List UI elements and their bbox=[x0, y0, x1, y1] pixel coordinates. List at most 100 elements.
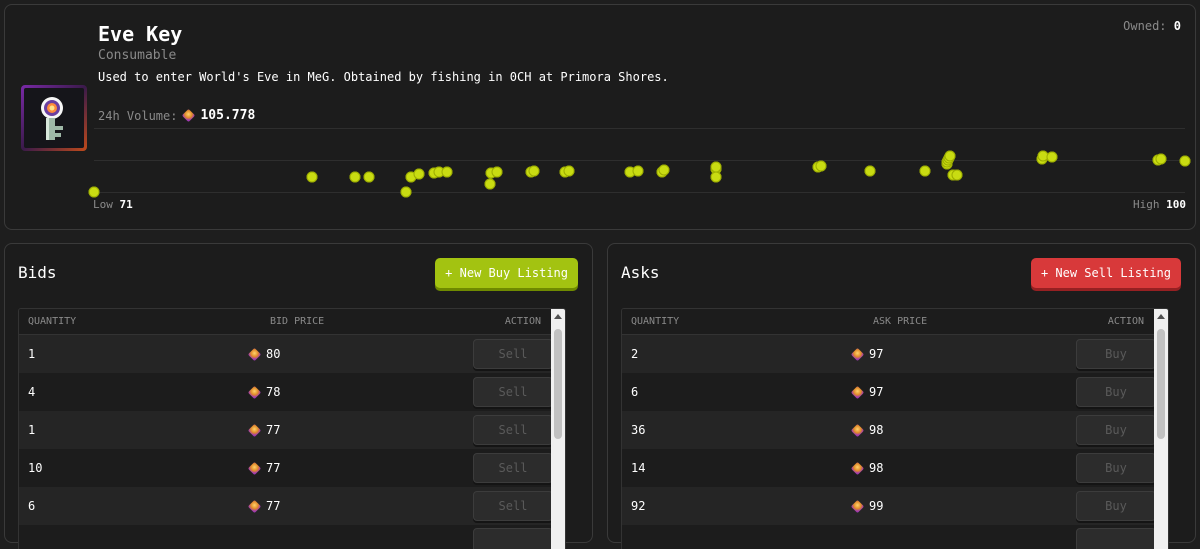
price-value: 97 bbox=[869, 385, 883, 399]
item-panel: Eve Key Consumable Used to enter World's… bbox=[4, 4, 1196, 230]
asks-scrollbar[interactable] bbox=[1154, 309, 1168, 549]
price-value: 99 bbox=[869, 499, 883, 513]
table-row: 1 77 Sell bbox=[19, 411, 565, 449]
bids-scrollbar[interactable] bbox=[551, 309, 565, 549]
row-quantity: 14 bbox=[622, 461, 852, 475]
price-value: 77 bbox=[266, 499, 280, 513]
sell-button[interactable]: Sell bbox=[473, 415, 553, 445]
table-row: 9299Buy bbox=[622, 487, 1168, 525]
row-quantity: 1 bbox=[19, 423, 249, 437]
chart-point bbox=[1046, 152, 1057, 163]
table-row: 14 98 Buy bbox=[622, 449, 1168, 487]
sell-button[interactable] bbox=[473, 528, 553, 549]
row-action: Buy bbox=[1048, 339, 1168, 369]
chart-point bbox=[414, 168, 425, 179]
sell-button[interactable]: Sell bbox=[473, 377, 553, 407]
scroll-up-icon[interactable] bbox=[554, 314, 562, 319]
row-bid-price: 78 bbox=[249, 385, 445, 399]
chart-point bbox=[633, 166, 644, 177]
table-row bbox=[19, 525, 565, 549]
row-bid-price: 77 bbox=[249, 423, 445, 437]
high-label: High bbox=[1133, 198, 1160, 211]
buy-button[interactable] bbox=[1076, 528, 1156, 549]
row-action: Buy bbox=[1048, 453, 1168, 483]
row-action: Buy bbox=[1048, 415, 1168, 445]
chart-low: Low 71 bbox=[93, 198, 133, 211]
chart-point bbox=[563, 166, 574, 177]
price-chart bbox=[94, 128, 1185, 193]
row-quantity: 2 bbox=[622, 347, 852, 361]
bids-title: Bids bbox=[18, 263, 57, 282]
row-action: Sell bbox=[445, 339, 565, 369]
high-value: 100 bbox=[1166, 198, 1186, 211]
buy-button[interactable]: Buy bbox=[1076, 491, 1156, 521]
gem-icon bbox=[851, 385, 864, 398]
item-description: Used to enter World's Eve in MeG. Obtain… bbox=[98, 70, 669, 84]
price-value: 77 bbox=[266, 461, 280, 475]
col-quantity: QUANTITY bbox=[19, 316, 249, 327]
chart-point bbox=[401, 187, 412, 198]
table-row bbox=[622, 525, 1168, 549]
chart-point bbox=[485, 179, 496, 190]
table-row: 1077Sell bbox=[19, 449, 565, 487]
asks-table-body: 297Buy697Buy3698Buy1498Buy9299Buy bbox=[622, 335, 1168, 549]
chart-point bbox=[864, 166, 875, 177]
low-label: Low bbox=[93, 198, 113, 211]
row-action: Sell bbox=[445, 453, 565, 483]
table-row: 6 97 Buy bbox=[622, 373, 1168, 411]
buy-button[interactable]: Buy bbox=[1076, 339, 1156, 369]
owned-value: 0 bbox=[1174, 19, 1181, 33]
chart-point bbox=[491, 167, 502, 178]
row-quantity: 4 bbox=[19, 385, 249, 399]
asks-table: QUANTITY ASK PRICE ACTION 297Buy697Buy36… bbox=[621, 308, 1169, 549]
buy-button[interactable]: Buy bbox=[1076, 453, 1156, 483]
new-sell-listing-button[interactable]: + New Sell Listing bbox=[1031, 258, 1181, 288]
row-action: Sell bbox=[445, 415, 565, 445]
chart-point bbox=[920, 166, 931, 177]
gem-icon bbox=[851, 499, 864, 512]
chart-point bbox=[658, 165, 669, 176]
low-value: 71 bbox=[120, 198, 133, 211]
col-bid-price: BID PRICE bbox=[249, 316, 445, 327]
sell-button[interactable]: Sell bbox=[473, 339, 553, 369]
scroll-up-icon[interactable] bbox=[1157, 314, 1165, 319]
table-row: 677Sell bbox=[19, 487, 565, 525]
gem-icon bbox=[182, 109, 195, 122]
chart-point bbox=[710, 171, 721, 182]
gem-icon bbox=[248, 423, 261, 436]
chart-point bbox=[89, 187, 100, 198]
chart-point bbox=[442, 167, 453, 178]
scroll-thumb[interactable] bbox=[1157, 329, 1165, 439]
sell-button[interactable]: Sell bbox=[473, 453, 553, 483]
price-value: 98 bbox=[869, 423, 883, 437]
sell-button[interactable]: Sell bbox=[473, 491, 553, 521]
row-bid-price: 77 bbox=[249, 461, 445, 475]
new-buy-listing-button[interactable]: + New Buy Listing bbox=[435, 258, 578, 288]
price-value: 98 bbox=[869, 461, 883, 475]
buy-button[interactable]: Buy bbox=[1076, 377, 1156, 407]
chart-point bbox=[363, 171, 374, 182]
row-ask-price: 98 bbox=[852, 461, 1048, 475]
buy-button[interactable]: Buy bbox=[1076, 415, 1156, 445]
chart-high: High 100 bbox=[1133, 198, 1186, 211]
gem-icon bbox=[248, 461, 261, 474]
chart-point bbox=[951, 169, 962, 180]
row-ask-price: 97 bbox=[852, 385, 1048, 399]
bids-table-header: QUANTITY BID PRICE ACTION bbox=[19, 309, 565, 335]
item-category: Consumable bbox=[98, 48, 176, 63]
col-ask-price: ASK PRICE bbox=[852, 316, 1048, 327]
row-quantity: 6 bbox=[622, 385, 852, 399]
row-quantity: 36 bbox=[622, 423, 852, 437]
owned-count: Owned: 0 bbox=[1123, 19, 1181, 33]
chart-point bbox=[945, 151, 956, 162]
owned-label: Owned: bbox=[1123, 19, 1166, 33]
asks-title: Asks bbox=[621, 263, 660, 282]
scroll-thumb[interactable] bbox=[554, 329, 562, 439]
gem-icon bbox=[851, 423, 864, 436]
table-row: 297Buy bbox=[622, 335, 1168, 373]
table-row: 36 98 Buy bbox=[622, 411, 1168, 449]
bids-table: QUANTITY BID PRICE ACTION 180Sell478Sell… bbox=[18, 308, 566, 549]
gem-icon bbox=[248, 385, 261, 398]
price-value: 77 bbox=[266, 423, 280, 437]
volume-label: 24h Volume: bbox=[98, 109, 177, 123]
